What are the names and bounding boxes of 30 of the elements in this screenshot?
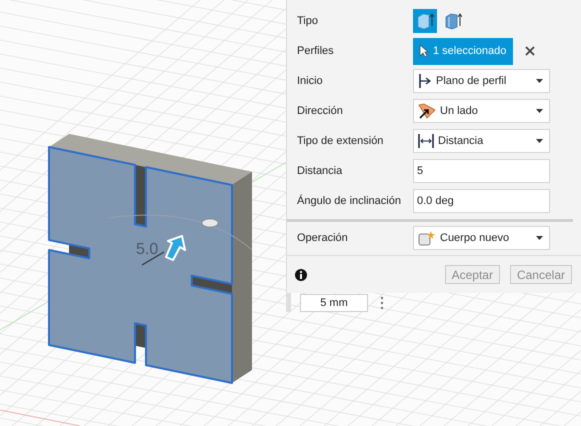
field-label: Perfiles: [297, 45, 335, 57]
caret-icon: [536, 79, 543, 83]
field-label: Dirección: [297, 105, 344, 117]
caret-icon: [536, 139, 543, 143]
start-plane-icon: [418, 73, 432, 89]
close-icon[interactable]: [525, 46, 535, 56]
input-field[interactable]: 0.0 deg: [413, 189, 550, 213]
dropdown[interactable]: Cuerpo nuevo: [413, 226, 550, 250]
field-label: Distancia: [297, 165, 344, 177]
direction-icon: [418, 103, 436, 119]
more-icon[interactable]: [380, 296, 384, 310]
new-body-icon: [418, 230, 436, 246]
info-icon[interactable]: [295, 268, 307, 280]
distance-icon: [418, 133, 434, 149]
field-label: Tipo de extensión: [297, 135, 384, 147]
field-label: Ángulo de inclinación: [297, 195, 402, 207]
solid-extrude-button[interactable]: [413, 9, 437, 33]
dropdown[interactable]: Un lado: [413, 99, 550, 123]
distance-input[interactable]: 5 mm: [300, 294, 368, 312]
caret-icon: [536, 236, 543, 240]
drag-arrow-icon: [165, 235, 186, 261]
field-label: Tipo: [297, 15, 319, 27]
caret-icon: [536, 109, 543, 113]
input-field[interactable]: 5: [413, 159, 550, 183]
field-label: Inicio: [297, 75, 324, 87]
dropdown[interactable]: Distancia: [413, 129, 550, 153]
dimension-label: 5.0: [136, 241, 158, 258]
field-label: Operación: [297, 232, 349, 244]
cursor-icon: [419, 44, 429, 58]
dropdown[interactable]: Plano de perfil: [413, 69, 550, 93]
